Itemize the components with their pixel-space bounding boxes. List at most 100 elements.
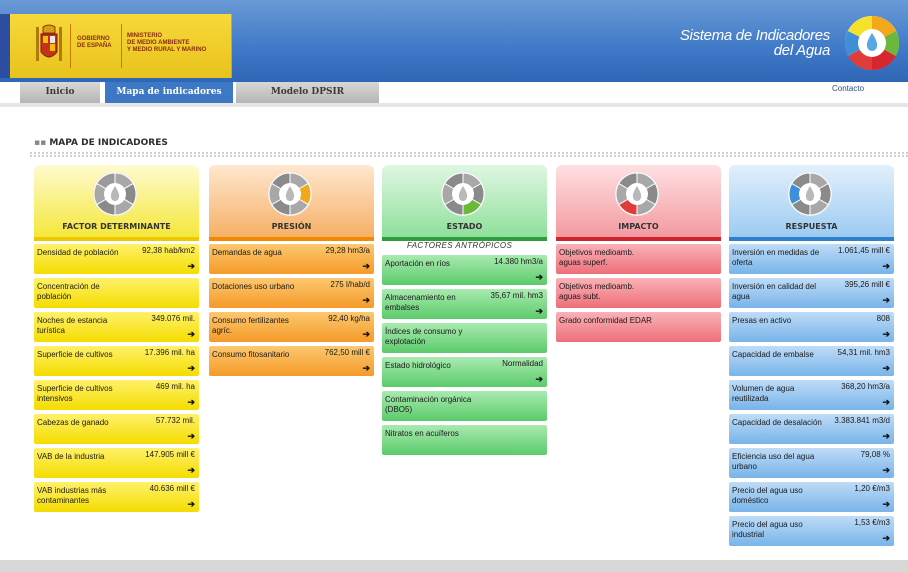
arrow-right-icon[interactable]: ➔ — [882, 295, 890, 306]
arrow-right-icon[interactable]: ➔ — [362, 329, 370, 340]
dpsir-gauge-icon — [92, 171, 138, 217]
dpsir-gauge-icon — [440, 171, 486, 217]
page-title: ▪▪ MAPA DE INDICADORES — [34, 138, 168, 148]
indicator-card[interactable]: Cabezas de ganado 57.732 mil. ➔ — [34, 414, 199, 444]
indicator-card[interactable]: Contaminación orgánica (DBO5) — [382, 391, 547, 421]
divider — [121, 24, 122, 68]
site-title[interactable]: Sistema de Indicadores del Agua — [680, 28, 830, 58]
indicator-card[interactable]: Consumo fertilizantes agríc. 92,40 kg/ha ➔ — [209, 312, 374, 342]
water-indicators-logo-icon[interactable] — [843, 14, 901, 72]
indicator-value: 54,31 mil. hm3 — [837, 348, 890, 357]
arrow-right-icon[interactable]: ➔ — [362, 363, 370, 374]
indicator-name: Capacidad de desalación — [732, 418, 822, 427]
column-estado: ESTADO Aportación en ríos 14.380 hm3/a ➔ Alm… — [382, 165, 547, 455]
indicator-value: 17.396 mil. ha — [144, 348, 195, 357]
indicator-name: Consumo fitosanitario — [212, 350, 290, 359]
arrow-right-icon[interactable]: ➔ — [882, 261, 890, 272]
arrow-right-icon[interactable]: ➔ — [882, 533, 890, 544]
indicator-card[interactable]: Objetivos medioamb. aguas subt. — [556, 278, 721, 308]
indicator-card[interactable]: VAB industrias más contaminantes 40.636 m… — [34, 482, 199, 512]
indicator-name: Objetivos medioamb. aguas superf. — [559, 248, 635, 267]
indicator-card[interactable]: Aportación en ríos 14.380 hm3/a ➔ — [382, 255, 547, 285]
column-header[interactable]: PRESIÓN — [209, 165, 374, 237]
arrow-right-icon[interactable]: ➔ — [882, 499, 890, 510]
tab-mapa-de-indicadores[interactable]: Mapa de indicadores — [105, 82, 233, 103]
tab-inicio[interactable]: Inicio — [20, 82, 100, 103]
indicator-card[interactable]: Dotaciones uso urbano 275 l/hab/d ➔ — [209, 278, 374, 308]
arrow-right-icon[interactable]: ➔ — [187, 397, 195, 408]
column-impacto: IMPACTO Objetivos medioamb. aguas superf.… — [556, 165, 721, 342]
indicator-name: Almacenamiento en embalses — [385, 293, 456, 312]
bullet-icon: ▪▪ — [34, 138, 50, 148]
dpsir-gauge-icon — [787, 171, 833, 217]
column-header[interactable]: FACTOR DETERMINANTE — [34, 165, 199, 237]
arrow-right-icon[interactable]: ➔ — [882, 397, 890, 408]
ministry-label: MINISTERIO DE MEDIO AMBIENTE Y MEDIO RUR… — [127, 33, 206, 54]
arrow-right-icon[interactable]: ➔ — [882, 329, 890, 340]
indicator-card[interactable]: Capacidad de embalse 54,31 mil. hm3 ➔ — [729, 346, 894, 376]
indicator-card[interactable]: Demandas de agua 29,28 hm3/a ➔ — [209, 244, 374, 274]
indicator-card[interactable]: Inversión en medidas de oferta 1.061,45 m… — [729, 244, 894, 274]
indicator-value: 3.383.841 m3/d — [834, 416, 890, 425]
contact-link[interactable]: Contacto — [832, 84, 864, 93]
indicator-value: 147.905 mill € — [145, 450, 195, 459]
tab-modelo-dpsir[interactable]: Modelo DPSIR — [236, 82, 379, 103]
column-underline — [556, 237, 721, 241]
arrow-right-icon[interactable]: ➔ — [535, 306, 543, 317]
column-underline — [209, 237, 374, 241]
divider — [70, 24, 71, 68]
arrow-right-icon[interactable]: ➔ — [535, 272, 543, 283]
indicator-card[interactable]: VAB de la industria 147.905 mill € ➔ — [34, 448, 199, 478]
arrow-right-icon[interactable]: ➔ — [187, 261, 195, 272]
dpsir-gauge-icon — [267, 171, 313, 217]
indicator-card[interactable]: Concentración de población — [34, 278, 199, 308]
indicator-name: Precio del agua uso industrial — [732, 520, 803, 539]
indicator-card[interactable]: Índices de consumo y explotación — [382, 323, 547, 353]
column-header[interactable]: RESPUESTA — [729, 165, 894, 237]
indicator-name: Volumen de agua reutilizada — [732, 384, 795, 403]
arrow-right-icon[interactable]: ➔ — [187, 363, 195, 374]
arrow-right-icon[interactable]: ➔ — [882, 465, 890, 476]
indicator-name: Densidad de población — [37, 248, 119, 257]
column-underline — [34, 237, 199, 241]
indicator-card[interactable]: Noches de estancia turística 349.076 mil.… — [34, 312, 199, 342]
ministry-line: MINISTERIO — [127, 33, 163, 39]
indicator-card[interactable]: Objetivos medioamb. aguas superf. — [556, 244, 721, 274]
indicator-card[interactable]: Precio del agua uso industrial 1,53 €/m3 ➔ — [729, 516, 894, 546]
indicator-card[interactable]: Capacidad de desalación 3.383.841 m3/d ➔ — [729, 414, 894, 444]
arrow-right-icon[interactable]: ➔ — [882, 363, 890, 374]
indicator-value: 35,67 mil. hm3 — [490, 291, 543, 300]
indicator-name: Contaminación orgánica (DBO5) — [385, 395, 472, 414]
column-header[interactable]: ESTADO — [382, 165, 547, 237]
indicator-card[interactable]: Precio del agua uso doméstico 1,20 €/m3 ➔ — [729, 482, 894, 512]
arrow-right-icon[interactable]: ➔ — [187, 431, 195, 442]
indicator-card[interactable]: Nitratos en acuíferos — [382, 425, 547, 455]
indicator-name: Estado hidrológico — [385, 361, 451, 370]
indicator-card[interactable]: Consumo fitosanitario 762,50 mill € ➔ — [209, 346, 374, 376]
indicator-card[interactable]: Densidad de población 92,38 hab/km2 ➔ — [34, 244, 199, 274]
arrow-right-icon[interactable]: ➔ — [362, 261, 370, 272]
indicator-card[interactable]: Eficiencia uso del agua urbano 79,08 % ➔ — [729, 448, 894, 478]
arrow-right-icon[interactable]: ➔ — [882, 431, 890, 442]
indicator-value: 14.380 hm3/a — [494, 257, 543, 266]
government-banner[interactable]: GOBIERNO DE ESPAÑA MINISTERIO DE MEDIO A… — [0, 14, 232, 78]
ministry-line: DE MEDIO AMBIENTE — [127, 40, 190, 46]
indicator-value: 79,08 % — [860, 450, 890, 459]
arrow-right-icon[interactable]: ➔ — [362, 295, 370, 306]
arrow-right-icon[interactable]: ➔ — [187, 499, 195, 510]
indicator-card[interactable]: Inversión en calidad del agua 395,26 mill… — [729, 278, 894, 308]
indicator-card[interactable]: Presas en activo 808 ➔ — [729, 312, 894, 342]
arrow-right-icon[interactable]: ➔ — [187, 465, 195, 476]
arrow-right-icon[interactable]: ➔ — [535, 374, 543, 385]
indicator-card[interactable]: Almacenamiento en embalses 35,67 mil. hm3… — [382, 289, 547, 319]
column-header[interactable]: IMPACTO — [556, 165, 721, 237]
indicator-card[interactable]: Superficie de cultivos 17.396 mil. ha ➔ — [34, 346, 199, 376]
indicator-card[interactable]: Estado hidrológico Normalidad ➔ — [382, 357, 547, 387]
indicator-card[interactable]: Volumen de agua reutilizada 368,20 hm3/a ➔ — [729, 380, 894, 410]
indicator-card[interactable]: Grado conformidad EDAR — [556, 312, 721, 342]
arrow-right-icon[interactable]: ➔ — [187, 329, 195, 340]
site-title-line: del Agua — [773, 42, 831, 59]
indicator-card[interactable]: Superficie de cultivos intensivos 469 mil… — [34, 380, 199, 410]
indicator-name: Capacidad de embalse — [732, 350, 814, 359]
indicator-name: VAB de la industria — [37, 452, 105, 461]
